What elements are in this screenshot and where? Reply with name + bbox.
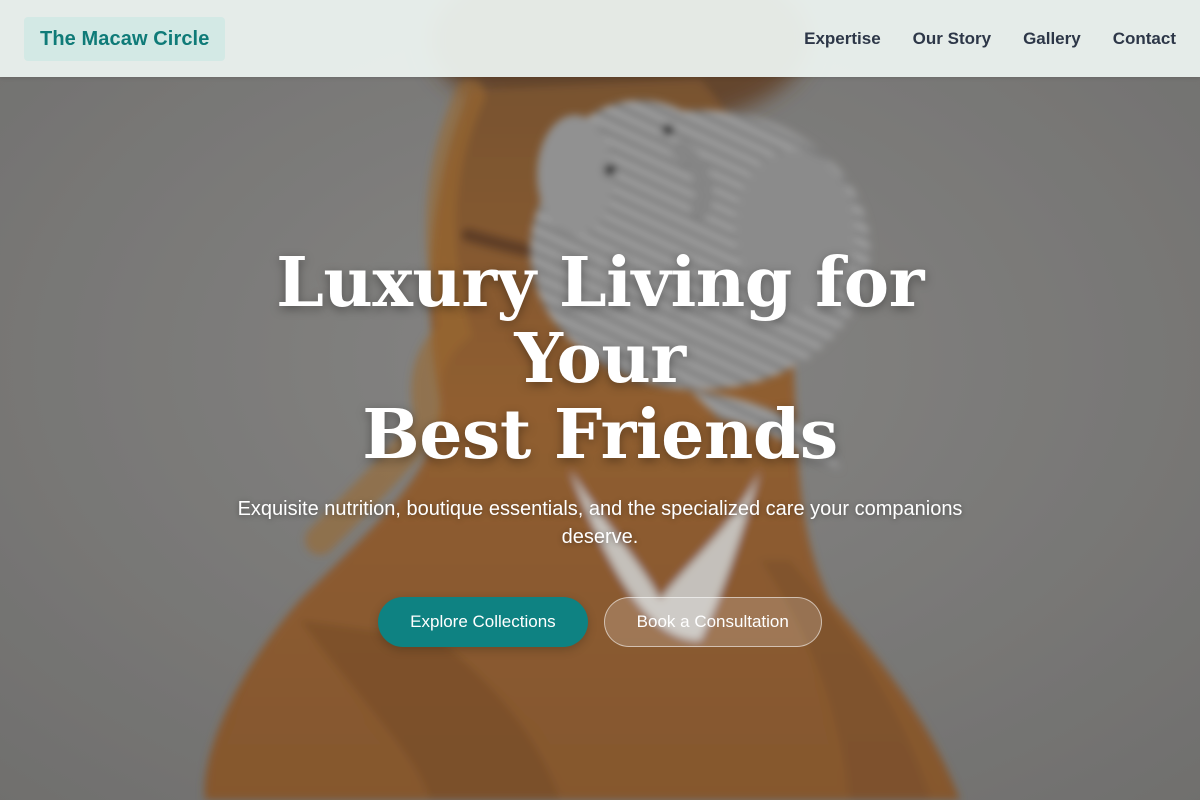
hero-section: Luxury Living for Your Best Friends Exqu… [0, 245, 1200, 647]
book-consultation-button[interactable]: Book a Consultation [603, 597, 822, 647]
hero-title: Luxury Living for Your Best Friends [190, 245, 1010, 473]
explore-collections-button[interactable]: Explore Collections [378, 597, 588, 647]
site-header: The Macaw Circle Expertise Our Story Gal… [0, 0, 1200, 77]
hero-subtitle: Exquisite nutrition, boutique essentials… [237, 498, 963, 548]
nav-item-contact: Contact [1113, 29, 1176, 49]
nav-link-expertise[interactable]: Expertise [804, 29, 881, 48]
nav-link-contact[interactable]: Contact [1113, 29, 1176, 48]
nav-item-expertise: Expertise [804, 29, 881, 49]
hero-title-line-1: Luxury Living for Your [276, 243, 924, 399]
nav-link-our-story[interactable]: Our Story [913, 29, 991, 48]
nav-link-gallery[interactable]: Gallery [1023, 29, 1081, 48]
hero-actions: Explore Collections Book a Consultation [0, 597, 1200, 647]
landing-page: The Macaw Circle Expertise Our Story Gal… [0, 0, 1200, 800]
nav-item-our-story: Our Story [913, 29, 991, 49]
brand-logo-link[interactable]: The Macaw Circle [24, 16, 226, 61]
main-navigation: Expertise Our Story Gallery Contact [804, 29, 1176, 49]
nav-item-gallery: Gallery [1023, 29, 1081, 49]
hero-title-line-2: Best Friends [362, 395, 838, 475]
